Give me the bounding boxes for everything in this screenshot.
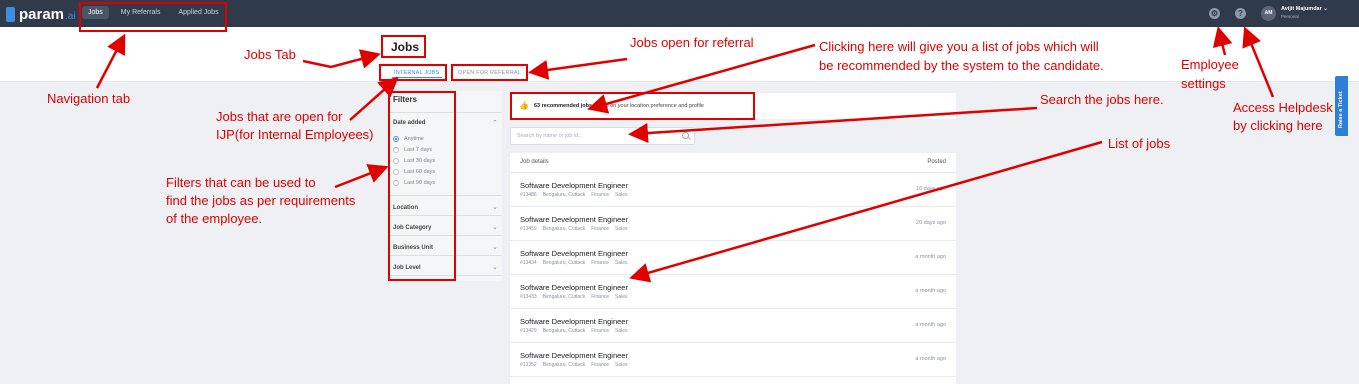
column-job-details: Job details <box>520 159 549 165</box>
annotation-open-for-referral: Jobs open for referral <box>630 35 754 50</box>
job-id: #13429 <box>520 328 537 334</box>
user-role: Personal <box>1281 14 1299 19</box>
annotation-employee-line1: Employee <box>1181 57 1239 72</box>
raise-ticket-tab[interactable]: Raise a Ticket <box>1335 76 1348 136</box>
chevron-down-icon[interactable]: ⌄ <box>492 223 498 231</box>
job-tag: Finance <box>591 362 610 368</box>
job-meta: #13352 Bengaluru, Cuttack Finance Sales <box>520 362 634 368</box>
annotation-recommend-line1: Clicking here will give you a list of jo… <box>819 39 1099 54</box>
job-row[interactable]: Software Development Engineer #13352 Beng… <box>510 343 956 377</box>
job-posted: a month ago <box>915 288 946 294</box>
chevron-down-icon[interactable]: ⌄ <box>492 243 498 251</box>
job-id: #13434 <box>520 260 537 266</box>
annotation-list-of-jobs: List of jobs <box>1108 136 1171 151</box>
search-input[interactable]: Search by name or job id... <box>510 127 695 145</box>
job-id: #13486 <box>520 192 537 198</box>
logo-suffix: .ai <box>65 10 76 22</box>
job-title[interactable]: Software Development Engineer <box>520 351 628 360</box>
annotation-helpdesk-line1: Access Helpdesk <box>1233 100 1333 115</box>
job-tag: Sales <box>615 260 628 266</box>
job-tag: Finance <box>591 328 610 334</box>
job-tag: Finance <box>591 294 610 300</box>
annotation-ijp-line2: IJP(for Internal Employees) <box>216 127 374 142</box>
search-placeholder: Search by name or job id... <box>517 133 583 139</box>
job-posted: 16 days ago <box>916 186 946 192</box>
annotation-box-internal-jobs <box>379 64 447 81</box>
job-location: Bengaluru, Cuttack <box>542 328 586 334</box>
job-title[interactable]: Software Development Engineer <box>520 249 628 258</box>
job-row[interactable]: Software Development Engineer #13459 Beng… <box>510 207 956 241</box>
job-meta: #13459 Bengaluru, Cuttack Finance Sales <box>520 226 634 232</box>
raise-ticket-label: Raise a Ticket <box>1338 91 1344 128</box>
job-meta: #13486 Bengaluru, Cuttack Finance Sales <box>520 192 634 198</box>
jobs-list: Job details Posted Software Development … <box>510 153 956 384</box>
job-tag: Finance <box>591 260 610 266</box>
annotation-recommend-line2: be recommended by the system to the cand… <box>819 58 1104 73</box>
job-row[interactable]: Software Development Engineer #13429 Beng… <box>510 309 956 343</box>
job-row[interactable]: Software Development Engineer #13434 Beng… <box>510 241 956 275</box>
arrow-filters <box>334 164 389 189</box>
job-posted: a month ago <box>915 356 946 362</box>
job-title[interactable]: Software Development Engineer <box>520 181 628 190</box>
column-posted: Posted <box>927 159 946 165</box>
job-location: Bengaluru, Cuttack <box>542 260 586 266</box>
job-location: Bengaluru, Cuttack <box>542 362 586 368</box>
chevron-down-icon[interactable]: ⌄ <box>492 263 498 271</box>
job-tag: Sales <box>615 328 628 334</box>
job-tag: Finance <box>591 192 610 198</box>
job-title[interactable]: Software Development Engineer <box>520 283 628 292</box>
annotation-helpdesk-line2: by clicking here <box>1233 118 1323 133</box>
job-row[interactable]: Software Development Engineer #13433 Beng… <box>510 275 956 309</box>
job-location: Bengaluru, Cuttack <box>542 226 586 232</box>
job-location: Bengaluru, Cuttack <box>542 294 586 300</box>
job-meta: #13433 Bengaluru, Cuttack Finance Sales <box>520 294 634 300</box>
avatar[interactable]: AM <box>1261 6 1276 21</box>
annotation-employee-line2: settings <box>1181 76 1226 91</box>
list-header: Job details Posted <box>510 153 956 173</box>
job-tag: Finance <box>591 226 610 232</box>
annotation-box-recommended <box>510 92 755 120</box>
annotation-filters-line3: of the employee. <box>166 211 263 226</box>
job-id: #13459 <box>520 226 537 232</box>
job-title[interactable]: Software Development Engineer <box>520 215 628 224</box>
search-icon[interactable] <box>682 132 689 139</box>
annotation-box-nav <box>79 2 227 32</box>
help-icon[interactable]: ? <box>1235 8 1246 19</box>
annotation-box-open-referral <box>451 64 528 81</box>
job-meta: #13434 Bengaluru, Cuttack Finance Sales <box>520 260 634 266</box>
job-posted: a month ago <box>915 254 946 260</box>
job-location: Bengaluru, Cuttack <box>542 192 586 198</box>
logo-mark-icon <box>6 6 15 22</box>
annotation-box-filters <box>388 91 456 281</box>
logo-text: param <box>19 5 65 23</box>
annotation-ijp-line1: Jobs that are open for <box>216 109 343 124</box>
annotation-box-jobs-title <box>381 35 426 58</box>
user-name[interactable]: Avijit Majumdar ⌄ <box>1281 6 1328 12</box>
job-posted: a month ago <box>915 322 946 328</box>
annotation-jobs-tab: Jobs Tab <box>244 47 296 62</box>
annotation-filters-line2: find the jobs as per requirements <box>166 193 356 208</box>
job-tag: Sales <box>615 294 628 300</box>
job-posted: 20 days ago <box>916 220 946 226</box>
chevron-down-icon[interactable]: ⌄ <box>492 203 498 211</box>
job-id: #13433 <box>520 294 537 300</box>
chevron-up-icon[interactable]: ⌃ <box>492 119 498 127</box>
annotation-navigation-tab: Navigation tab <box>47 91 131 106</box>
job-title[interactable]: Software Development Engineer <box>520 317 628 326</box>
job-tag: Sales <box>615 362 628 368</box>
gear-icon[interactable]: ⚙ <box>1209 8 1220 19</box>
job-meta: #13429 Bengaluru, Cuttack Finance Sales <box>520 328 634 334</box>
job-row[interactable]: Software Development Engineer #13486 Beng… <box>510 173 956 207</box>
job-id: #13352 <box>520 362 537 368</box>
job-tag: Sales <box>615 226 628 232</box>
annotation-search: Search the jobs here. <box>1040 92 1164 107</box>
job-tag: Sales <box>615 192 628 198</box>
annotation-filters-line1: Filters that can be used to <box>166 175 316 190</box>
param-logo[interactable]: param .ai <box>6 5 76 23</box>
